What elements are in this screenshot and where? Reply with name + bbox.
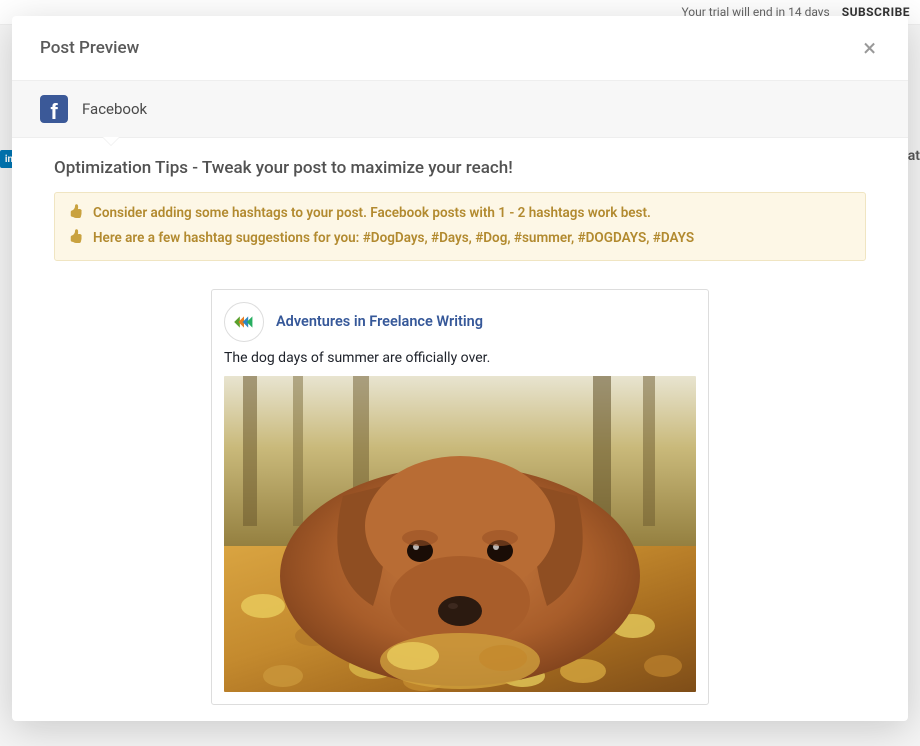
post-text: The dog days of summer are officially ov… [224, 350, 696, 366]
page-avatar[interactable] [224, 302, 264, 342]
thumbs-up-icon [69, 204, 83, 224]
platform-tab-bar: f Facebook [12, 81, 908, 138]
close-icon: × [863, 34, 876, 62]
close-button[interactable]: × [859, 34, 880, 62]
modal-content: Optimization Tips - Tweak your post to m… [12, 138, 908, 721]
modal-title: Post Preview [40, 38, 139, 58]
post-image[interactable] [224, 376, 696, 692]
post-preview-modal: Post Preview × f Facebook Optimization T… [12, 16, 908, 721]
facebook-post-preview: Adventures in Freelance Writing The dog … [211, 289, 709, 705]
optimization-tips-heading: Optimization Tips - Tweak your post to m… [54, 158, 866, 178]
page-name-link[interactable]: Adventures in Freelance Writing [276, 313, 483, 330]
tip-item: Consider adding some hashtags to your po… [69, 203, 851, 224]
optimization-tips-box: Consider adding some hashtags to your po… [54, 192, 866, 261]
tip-text: Consider adding some hashtags to your po… [93, 203, 651, 223]
thumbs-up-icon [69, 229, 83, 249]
post-header: Adventures in Freelance Writing [224, 302, 696, 342]
tip-text: Here are a few hashtag suggestions for y… [93, 228, 694, 248]
facebook-icon[interactable]: f [40, 95, 68, 123]
modal-header: Post Preview × [12, 16, 908, 81]
platform-name[interactable]: Facebook [82, 100, 147, 118]
tip-item: Here are a few hashtag suggestions for y… [69, 228, 851, 249]
avatar-logo-icon [230, 308, 258, 336]
